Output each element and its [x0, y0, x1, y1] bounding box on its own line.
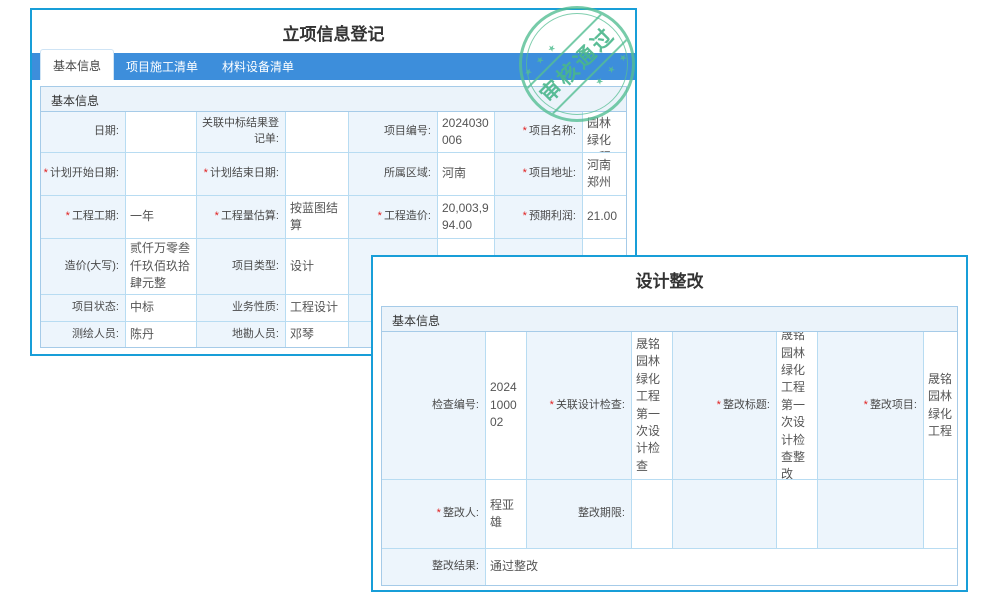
- field-label-business-nature: 业务性质:: [197, 295, 285, 321]
- field-label-surveyor: 测绘人员:: [41, 322, 125, 347]
- required-mark: *: [437, 506, 441, 522]
- required-mark: *: [717, 398, 721, 414]
- field-label-empty: [818, 480, 923, 548]
- field-value-rectification-deadline: [632, 480, 672, 548]
- required-mark: *: [66, 209, 70, 225]
- design-rectification-dialog: 设计整改 基本信息 检查编号: 2024100002 *关联设计检查: 晟铭园林…: [371, 255, 968, 592]
- field-value-plan-end: [286, 153, 348, 195]
- stamp-band: ★ ★ ★ 审核通过 ★ ★ ★: [519, 6, 635, 122]
- stamp-inner-ring: ★ ★ ★ 审核通过 ★ ★ ★: [526, 13, 628, 115]
- field-value-region: 河南: [438, 153, 494, 195]
- field-value-geological-surveyor: 邓琴: [286, 322, 348, 347]
- section-header-basic-info: 基本信息: [382, 307, 957, 332]
- field-label-bid-result: 关联中标结果登记单:: [197, 112, 285, 152]
- tab-basic-info[interactable]: 基本信息: [40, 49, 114, 80]
- field-value-project-status: 中标: [126, 295, 196, 321]
- approval-stamp: ★ ★ ★ 审核通过 ★ ★ ★: [519, 6, 635, 122]
- tab-material-equipment-list[interactable]: 材料设备清单: [210, 53, 306, 80]
- field-label-empty: [673, 480, 776, 548]
- field-value-rectification-title: 晟铭园林绿化工程第一次设计检查整改: [777, 332, 817, 479]
- page-title: 设计整改: [373, 257, 966, 300]
- field-value-quantity-estimate: 按蓝图结算: [286, 196, 348, 238]
- field-value-surveyor: 陈丹: [126, 322, 196, 347]
- required-mark: *: [378, 209, 382, 225]
- field-label-rectifier: *整改人:: [382, 480, 485, 548]
- field-label-project-no: 项目编号:: [349, 112, 437, 152]
- field-value-cost-in-words: 贰仟万零叁仟玖佰玖拾肆元整: [126, 239, 196, 294]
- field-label-project-type: 项目类型:: [197, 239, 285, 294]
- field-label-check-no: 检查编号:: [382, 332, 485, 479]
- field-label-project-status: 项目状态:: [41, 295, 125, 321]
- required-mark: *: [523, 209, 527, 225]
- field-label-cost-in-words: 造价(大写):: [41, 239, 125, 294]
- field-value-rectification-result: 通过整改: [486, 549, 957, 585]
- field-value-business-nature: 工程设计: [286, 295, 348, 321]
- field-value-duration: 一年: [126, 196, 196, 238]
- basic-info-section: 基本信息 检查编号: 2024100002 *关联设计检查: 晟铭园林绿化工程第…: [381, 306, 958, 586]
- field-label-rectification-title: *整改标题:: [673, 332, 776, 479]
- field-value-empty: [924, 480, 957, 548]
- field-value-date: [126, 112, 196, 152]
- required-mark: *: [550, 398, 554, 414]
- required-mark: *: [523, 124, 527, 140]
- field-value-expected-profit: 21.00: [583, 196, 626, 238]
- field-value-rectifier: 程亚雄: [486, 480, 526, 548]
- rectification-form-table: 检查编号: 2024100002 *关联设计检查: 晟铭园林绿化工程第一次设计检…: [382, 332, 957, 585]
- field-label-rectification-project: *整改项目:: [818, 332, 923, 479]
- required-mark: *: [44, 166, 48, 182]
- tab-construction-list[interactable]: 项目施工清单: [114, 53, 210, 80]
- field-value-rectification-project: 晟铭园林绿化工程: [924, 332, 957, 479]
- field-value-check-no: 2024100002: [486, 332, 526, 479]
- field-label-duration: *工程工期:: [41, 196, 125, 238]
- field-label-rectification-result: 整改结果:: [382, 549, 485, 585]
- field-label-related-design-check: *关联设计检查:: [527, 332, 631, 479]
- field-label-plan-end: *计划结束日期:: [197, 153, 285, 195]
- field-label-region: 所属区域:: [349, 153, 437, 195]
- field-label-date: 日期:: [41, 112, 125, 152]
- field-label-project-cost: *工程造价:: [349, 196, 437, 238]
- field-value-project-no: 2024030006: [438, 112, 494, 152]
- field-value-related-design-check: 晟铭园林绿化工程第一次设计检查: [632, 332, 672, 479]
- required-mark: *: [204, 166, 208, 182]
- field-label-plan-start: *计划开始日期:: [41, 153, 125, 195]
- field-label-rectification-deadline: 整改期限:: [527, 480, 631, 548]
- field-label-expected-profit: *预期利润:: [495, 196, 582, 238]
- field-value-project-cost: 20,003,994.00: [438, 196, 494, 238]
- required-mark: *: [215, 209, 219, 225]
- field-label-geological-surveyor: 地勘人员:: [197, 322, 285, 347]
- field-label-project-address: *项目地址:: [495, 153, 582, 195]
- field-value-plan-start: [126, 153, 196, 195]
- field-value-project-type: 设计: [286, 239, 348, 294]
- field-value-empty: [777, 480, 817, 548]
- required-mark: *: [864, 398, 868, 414]
- field-label-quantity-estimate: *工程量估算:: [197, 196, 285, 238]
- field-value-bid-result: [286, 112, 348, 152]
- required-mark: *: [523, 166, 527, 182]
- field-value-project-address: 河南郑州: [583, 153, 626, 195]
